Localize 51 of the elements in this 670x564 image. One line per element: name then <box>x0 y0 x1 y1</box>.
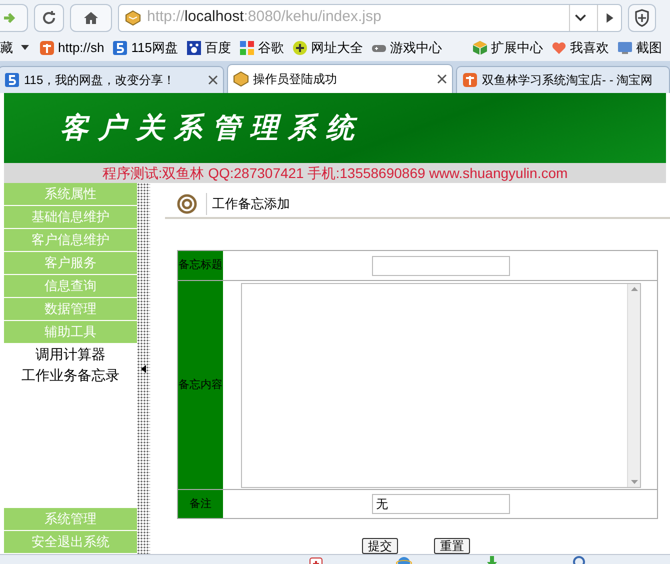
monitor-icon <box>617 40 633 56</box>
menu-item[interactable]: 工作业务备忘录 <box>4 365 137 386</box>
info-line: 程序测试:双鱼林 QQ:287307421 手机:13558690869 www.shuangyulin.com <box>102 164 568 183</box>
address-field[interactable]: http://localhost:8080/kehu/index.jsp <box>118 4 622 32</box>
refresh-button[interactable] <box>34 4 64 32</box>
field-label: 备忘标题 <box>178 251 225 280</box>
bookmark-link[interactable]: 扩展中心 <box>472 38 543 58</box>
five-icon <box>112 40 128 56</box>
sidebar-splitter[interactable] <box>137 183 150 554</box>
caret-icon[interactable] <box>21 45 29 51</box>
site-icon <box>233 71 249 87</box>
shield-button[interactable] <box>628 4 656 32</box>
squares-icon <box>238 40 255 56</box>
close-icon[interactable] <box>208 75 218 85</box>
form-button[interactable]: 重置 <box>434 538 470 554</box>
browser-tab[interactable]: 双鱼林学习系统淘宝店- - 淘宝网 <box>456 66 670 93</box>
bookmark-link[interactable]: http://sh <box>39 38 104 58</box>
address-text: http://localhost:8080/kehu/index.jsp <box>147 7 382 28</box>
field-label: 备注 <box>178 490 225 518</box>
browser-tab[interactable]: 115，我的网盘，改变分享！ <box>0 66 224 93</box>
paw-icon <box>186 40 202 56</box>
bookmark-link[interactable]: 游戏中心 <box>370 38 442 58</box>
site-icon <box>125 10 141 26</box>
text-field[interactable] <box>372 256 510 276</box>
bookmark-link[interactable]: 藏 <box>0 38 13 58</box>
bookmark-link[interactable]: 我喜欢 <box>551 38 609 58</box>
home-button[interactable] <box>70 4 112 32</box>
five-icon <box>4 72 20 88</box>
bookmark-link[interactable]: 谷歌 <box>238 38 284 58</box>
cube-icon <box>472 40 488 56</box>
bookmark-link[interactable]: 百度 <box>186 38 231 58</box>
forward-arrow-icon <box>3 12 17 24</box>
plus-circle-icon <box>292 40 308 56</box>
bookmark-link[interactable]: 截图 <box>617 38 662 58</box>
ring-icon <box>177 194 197 214</box>
bookmark-link[interactable]: 115网盘 <box>112 38 178 58</box>
collapse-arrow-icon[interactable] <box>140 364 146 372</box>
browser-tab[interactable]: 操作员登陆成功 <box>227 64 453 93</box>
close-icon[interactable] <box>437 74 447 84</box>
heart-icon <box>551 40 567 56</box>
shield-icon <box>634 8 650 26</box>
bookmark-link[interactable]: 网址大全 <box>292 38 363 58</box>
form-button[interactable]: 提交 <box>362 538 398 554</box>
home-icon <box>83 10 99 24</box>
banner-title: 客户关系管理系统 <box>60 110 364 146</box>
refresh-icon <box>41 10 57 26</box>
field-label: 备忘内容 <box>178 281 225 489</box>
textarea-field[interactable] <box>241 282 641 488</box>
text-field[interactable]: 无 <box>372 494 510 514</box>
page-title: 工作备忘添加 <box>212 195 290 214</box>
menu-item[interactable]: 调用计算器 <box>4 344 137 365</box>
